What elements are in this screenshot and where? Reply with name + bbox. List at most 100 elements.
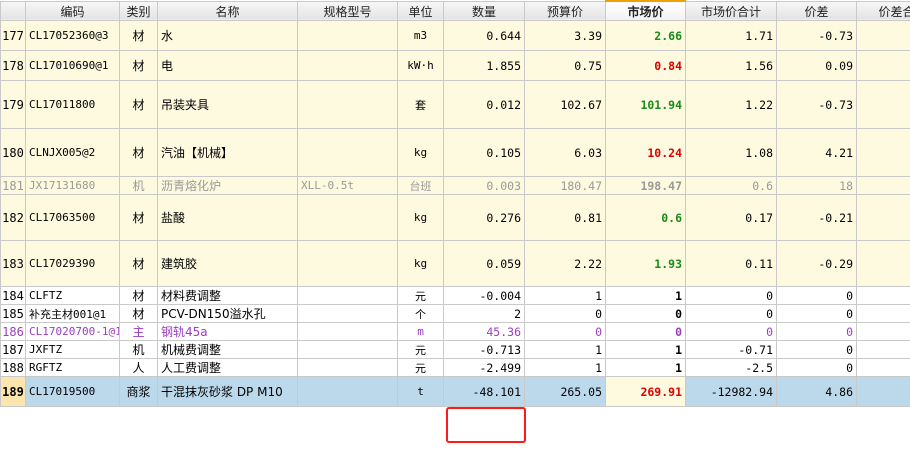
diff-total-cell[interactable] [856, 176, 910, 195]
code-cell[interactable]: 补充主材001@1 [25, 304, 120, 323]
spec-cell[interactable] [297, 80, 398, 129]
market-price-cell[interactable]: 1.93 [605, 240, 686, 287]
price-diff-cell[interactable]: 0 [776, 286, 857, 305]
price-diff-cell[interactable]: -0.73 [776, 80, 857, 129]
spec-cell[interactable] [297, 304, 398, 323]
price-diff-cell[interactable]: -0.73 [776, 20, 857, 51]
market-price-cell[interactable]: 0 [605, 304, 686, 323]
name-cell[interactable]: 汽油【机械】 [157, 128, 298, 177]
market-total-cell[interactable]: -0.71 [685, 340, 777, 359]
budget-price-cell[interactable]: 1 [524, 340, 606, 359]
quantity-cell[interactable]: 0.644 [443, 20, 525, 51]
unit-cell[interactable]: kg [397, 240, 444, 287]
code-cell[interactable]: CL17063500 [25, 194, 120, 241]
unit-cell[interactable]: kW·h [397, 50, 444, 81]
code-cell[interactable]: CL17020700-1@1 [25, 322, 120, 341]
spec-cell[interactable] [297, 194, 398, 241]
category-cell[interactable]: 材 [119, 240, 158, 287]
code-cell[interactable]: CL17029390 [25, 240, 120, 287]
row-index-cell[interactable]: 183 [0, 240, 26, 287]
market-total-cell[interactable]: 0.17 [685, 194, 777, 241]
price-diff-cell[interactable]: 0 [776, 304, 857, 323]
market-total-cell[interactable]: 1.08 [685, 128, 777, 177]
col-header-spec[interactable]: 规格型号 [297, 0, 398, 21]
table-row[interactable]: 185 补充主材001@1 材 PCV-DN150溢水孔个 2 0 0 0 0 [0, 304, 910, 323]
spec-cell[interactable] [297, 50, 398, 81]
category-cell[interactable]: 材 [119, 194, 158, 241]
table-row[interactable]: 177 CL17052360@3 材水 m3 0.644 3.39 2.66 1.71 -0.7… [0, 20, 910, 51]
quantity-cell[interactable]: 0.059 [443, 240, 525, 287]
name-cell[interactable]: 干混抹灰砂浆 DP M10 [157, 376, 298, 407]
code-cell[interactable]: RGFTZ [25, 358, 120, 377]
name-cell[interactable]: 机械费调整 [157, 340, 298, 359]
name-cell[interactable]: 电 [157, 50, 298, 81]
quantity-cell[interactable]: 0.003 [443, 176, 525, 195]
diff-total-cell[interactable] [856, 358, 910, 377]
price-diff-cell[interactable]: 0.09 [776, 50, 857, 81]
code-cell[interactable]: CL17052360@3 [25, 20, 120, 51]
quantity-cell[interactable]: 2 [443, 304, 525, 323]
diff-total-cell[interactable] [856, 50, 910, 81]
budget-price-cell[interactable]: 0.75 [524, 50, 606, 81]
diff-total-cell[interactable] [856, 80, 910, 129]
name-cell[interactable]: 水 [157, 20, 298, 51]
quantity-cell[interactable]: -48.101 [443, 376, 525, 407]
code-cell[interactable]: CL17011800 [25, 80, 120, 129]
code-cell[interactable]: JXFTZ [25, 340, 120, 359]
diff-total-cell[interactable] [856, 194, 910, 241]
diff-total-cell[interactable] [856, 376, 910, 407]
name-cell[interactable]: 沥青熔化炉 [157, 176, 298, 195]
row-index-cell[interactable]: 179 [0, 80, 26, 129]
price-diff-cell[interactable]: -0.29 [776, 240, 857, 287]
name-cell[interactable]: 吊装夹具 [157, 80, 298, 129]
budget-price-cell[interactable]: 2.22 [524, 240, 606, 287]
spec-cell[interactable] [297, 286, 398, 305]
budget-price-cell[interactable]: 6.03 [524, 128, 606, 177]
col-header-code[interactable]: 编码 [25, 0, 120, 21]
row-index-cell[interactable]: 181 [0, 176, 26, 195]
budget-price-cell[interactable]: 102.67 [524, 80, 606, 129]
category-cell[interactable]: 商浆 [119, 376, 158, 407]
market-total-cell[interactable]: -12982.94 [685, 376, 777, 407]
quantity-cell[interactable]: 0.105 [443, 128, 525, 177]
unit-cell[interactable]: 元 [397, 286, 444, 305]
diff-total-cell[interactable] [856, 240, 910, 287]
row-index-cell[interactable]: 189 [0, 376, 26, 407]
market-price-cell[interactable]: 1 [605, 358, 686, 377]
budget-price-cell[interactable]: 0.81 [524, 194, 606, 241]
table-row[interactable]: 181 JX17131680 机沥青熔化炉 XLL-0.5t 台班 0.003 180.47… [0, 176, 910, 195]
unit-cell[interactable]: m3 [397, 20, 444, 51]
budget-price-cell[interactable]: 3.39 [524, 20, 606, 51]
category-cell[interactable]: 人 [119, 358, 158, 377]
code-cell[interactable]: JX17131680 [25, 176, 120, 195]
col-header-name[interactable]: 名称 [157, 0, 298, 21]
category-cell[interactable]: 机 [119, 340, 158, 359]
col-header-market-price[interactable]: 市场价 [605, 0, 686, 21]
quantity-cell[interactable]: 0.012 [443, 80, 525, 129]
market-price-cell[interactable]: 0 [605, 322, 686, 341]
row-index-cell[interactable]: 180 [0, 128, 26, 177]
category-cell[interactable]: 材 [119, 128, 158, 177]
table-row[interactable]: 182 CL17063500 材盐酸 kg 0.276 0.81 0.6 0.17 -0.21 [0, 194, 910, 241]
unit-cell[interactable]: kg [397, 128, 444, 177]
table-row[interactable]: 179 CL17011800 材吊装夹具 套 0.012 102.67 101.94 1.22… [0, 80, 910, 129]
spec-cell[interactable] [297, 20, 398, 51]
quantity-cell[interactable]: -2.499 [443, 358, 525, 377]
price-diff-cell[interactable]: 4.21 [776, 128, 857, 177]
code-cell[interactable]: CL17019500 [25, 376, 120, 407]
code-cell[interactable]: CLFTZ [25, 286, 120, 305]
market-total-cell[interactable]: 0.11 [685, 240, 777, 287]
table-row[interactable]: 186 CL17020700-1@1 主钢轨45a m 45.36 0 0 0 0 [0, 322, 910, 341]
market-price-cell[interactable]: 10.24 [605, 128, 686, 177]
budget-price-cell[interactable]: 1 [524, 358, 606, 377]
unit-cell[interactable]: 元 [397, 358, 444, 377]
unit-cell[interactable]: 套 [397, 80, 444, 129]
market-total-cell[interactable]: 0 [685, 304, 777, 323]
market-price-cell[interactable]: 101.94 [605, 80, 686, 129]
spec-cell[interactable] [297, 376, 398, 407]
spec-cell[interactable]: XLL-0.5t [297, 176, 398, 195]
table-row[interactable]: 178 CL17010690@1 材电 kW·h 1.855 0.75 0.84 1.56 0.… [0, 50, 910, 81]
diff-total-cell[interactable] [856, 286, 910, 305]
diff-total-cell[interactable] [856, 304, 910, 323]
row-index-cell[interactable]: 188 [0, 358, 26, 377]
